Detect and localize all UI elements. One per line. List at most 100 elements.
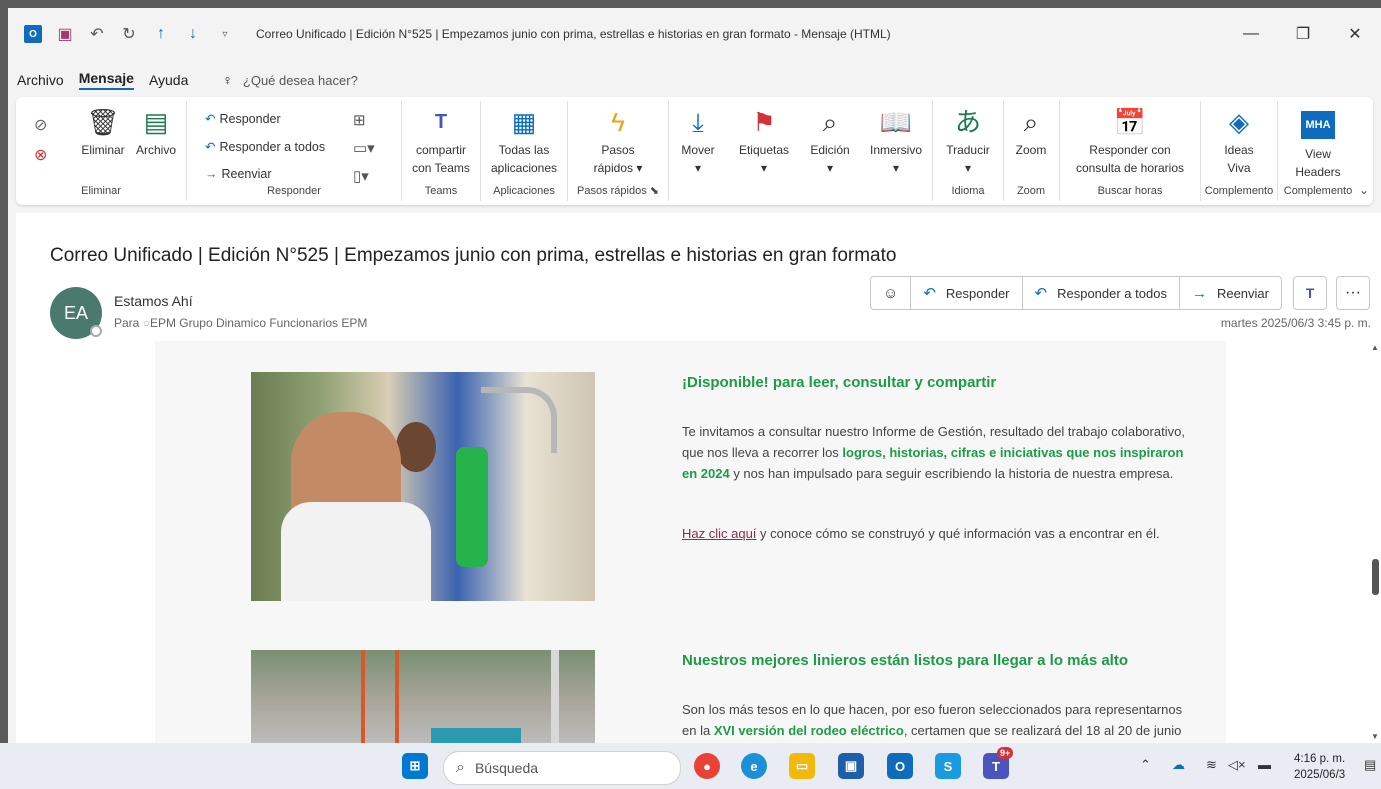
mha-icon: MHA — [1301, 111, 1335, 139]
move-icon: ⤓ — [692, 107, 704, 137]
taskbar-search[interactable]: ⌕ Búsqueda — [443, 751, 681, 785]
vertical-scrollbar[interactable]: ▲ ▼ — [1369, 341, 1381, 743]
reply-button[interactable]: ↶ Responder — [911, 277, 1023, 309]
forward-icon: → — [1191, 284, 1207, 302]
outlook-taskbar-icon[interactable]: O — [887, 753, 913, 779]
scrollbar-thumb[interactable] — [1372, 559, 1379, 595]
section-text-link: Haz clic aquí y conoce cómo se construyó… — [682, 526, 1160, 541]
forward-button[interactable]: → Reenviar — [1180, 277, 1281, 309]
teams-share-button[interactable]: T — [1293, 276, 1327, 310]
apps-grid-icon: ▦ — [511, 107, 537, 137]
message-actions: ☺ ↶ Responder ↶ Responder a todos → Reenvia… — [870, 276, 1282, 310]
lightning-icon: ϟ — [611, 107, 625, 137]
shirt-shape — [281, 502, 431, 601]
clock-time: 4:16 p. m. — [1294, 753, 1346, 765]
move-button[interactable]: ⤓ Mover ▾ — [671, 107, 725, 177]
group-eliminar: ⊘ ⊗ 🗑 Eliminar ▤ Archivo Eliminar — [16, 101, 187, 201]
restore-button[interactable]: ❐ — [1277, 8, 1329, 60]
windows-start-icon[interactable]: ⊞ — [402, 753, 428, 779]
reply-icon: ↶ — [205, 112, 216, 126]
window-controls: — ❐ ✕ — [1225, 8, 1381, 60]
recipient[interactable]: EPM Grupo Dinamico Funcionarios EPM — [150, 316, 367, 330]
save-icon[interactable]: ▣ — [56, 25, 74, 43]
menu-mensaje[interactable]: Mensaje — [78, 70, 134, 90]
share-to-teams-button[interactable]: T compartir con Teams — [406, 107, 476, 177]
show-hidden-icons-icon[interactable]: ⌃ — [1140, 757, 1151, 773]
all-apps-button[interactable]: ▦ Todas las aplicaciones — [485, 107, 563, 177]
section-title-informe: ¡Disponible! para leer, consultar y comp… — [682, 374, 997, 391]
next-item-icon[interactable]: ↓ — [184, 25, 202, 43]
dialog-launcher-icon[interactable]: ⬊ — [650, 185, 659, 197]
title-bar: O ▣ ↶ ↻ ↑ ↓ ▿ Correo Unificado | Edición… — [8, 8, 1381, 60]
zoom-button[interactable]: ⌕ Zoom — [1005, 107, 1057, 159]
group-label-eliminar: Eliminar — [81, 185, 121, 197]
skype-icon[interactable]: S — [935, 753, 961, 779]
more-respond-icon[interactable]: ▯▾ — [353, 167, 369, 185]
archive-button[interactable]: ▤ Archivo — [130, 107, 182, 159]
file-explorer-icon[interactable]: ▭ — [789, 753, 815, 779]
group-label-zoom: Zoom — [1016, 185, 1046, 197]
edge-icon[interactable]: e — [741, 753, 767, 779]
sender-name[interactable]: Estamos Ahí — [114, 293, 193, 309]
menu-ayuda[interactable]: Ayuda — [149, 72, 188, 88]
minimize-button[interactable]: — — [1225, 8, 1277, 60]
tags-button[interactable]: ⚑ Etiquetas ▾ — [731, 107, 797, 177]
calendar-chart-icon: 📅 — [1113, 107, 1147, 137]
scroll-up-icon[interactable]: ▲ — [1371, 343, 1379, 352]
viva-insights-button[interactable]: ◈ Ideas Viva — [1205, 107, 1273, 177]
menu-archivo[interactable]: Archivo — [17, 72, 64, 88]
edit-button[interactable]: ⌕ Edición ▾ — [801, 107, 859, 177]
zoom-icon: ⌕ — [1023, 107, 1039, 137]
battery-icon[interactable]: ▬ — [1258, 757, 1271, 772]
translate-button[interactable]: あ Traducir ▾ — [937, 107, 999, 177]
message-date: martes 2025/06/3 3:45 p. m. — [1220, 316, 1371, 330]
volume-icon[interactable]: ◁× — [1228, 757, 1246, 773]
ribbon-reply-button[interactable]: ↶ Responder — [205, 111, 281, 126]
onedrive-icon[interactable]: ☁ — [1172, 757, 1185, 773]
ribbon-forward-button[interactable]: → Reenviar — [205, 167, 272, 181]
ribbon-expand-icon[interactable]: ⌄ — [1359, 183, 1369, 197]
message-subject: Correo Unificado | Edición N°525 | Empez… — [50, 245, 897, 266]
child-background-shape — [396, 422, 436, 472]
immersive-button[interactable]: 📖 Inmersivo ▾ — [863, 107, 929, 177]
more-actions-button[interactable]: ··· — [1336, 276, 1370, 310]
delete-button[interactable]: 🗑 Eliminar — [76, 107, 130, 159]
scroll-down-icon[interactable]: ▼ — [1371, 732, 1379, 741]
group-idioma: あ Traducir ▾ Idioma — [932, 101, 1004, 201]
chrome-icon[interactable]: ● — [694, 753, 720, 779]
click-here-link[interactable]: Haz clic aquí — [682, 526, 756, 541]
ribbon-reply-all-button[interactable]: ↶ Responder a todos — [205, 139, 325, 154]
reply-all-button[interactable]: ↶ Responder a todos — [1023, 277, 1180, 309]
notifications-icon[interactable]: ▤ — [1364, 757, 1376, 773]
taskbar: ⊞ ⌕ Búsqueda ● e ▭ ▣ O S T 9+ ⌃ ☁ ≋ ◁× ▬… — [0, 743, 1381, 789]
microsoft-store-icon[interactable]: ▣ — [838, 753, 864, 779]
emoji-react-button[interactable]: ☺ — [871, 277, 912, 309]
redo-icon[interactable]: ↻ — [120, 25, 138, 43]
ignore-icon[interactable]: ⊘ — [34, 115, 47, 135]
wifi-icon[interactable]: ≋ — [1206, 757, 1217, 773]
customize-qa-icon[interactable]: ▿ — [216, 25, 234, 43]
group-teams: T compartir con Teams Teams — [402, 101, 481, 201]
previous-item-icon[interactable]: ↑ — [152, 25, 170, 43]
quick-steps-button[interactable]: ϟ Pasos rápidos ▾ — [578, 107, 658, 177]
im-reply-icon[interactable]: ▭▾ — [353, 139, 375, 157]
reply-with-scheduling-button[interactable]: 📅 Responder con consulta de horarios — [1064, 107, 1196, 177]
group-apps: ▦ Todas las aplicaciones Aplicaciones — [481, 101, 568, 201]
group-buscar-horas: 📅 Responder con consulta de horarios Bus… — [1060, 101, 1201, 201]
recipients: Para ○EPM Grupo Dinamico Funcionarios EP… — [114, 316, 368, 330]
quick-access-toolbar: O ▣ ↶ ↻ ↑ ↓ ▿ — [8, 25, 234, 43]
window-title: Correo Unificado | Edición N°525 | Empez… — [256, 27, 891, 41]
translate-icon: あ — [954, 107, 981, 137]
undo-icon[interactable]: ↶ — [88, 25, 106, 43]
tell-me-box[interactable]: ¿Qué desea hacer? — [243, 73, 358, 88]
system-clock[interactable]: 4:16 p. m. 2025/06/3 — [1294, 751, 1345, 783]
group-label-quick-steps: Pasos rápidos ⬊ — [577, 185, 659, 197]
viva-icon: ◈ — [1229, 107, 1249, 137]
reading-pane: Correo Unificado | Edición N°525 | Empez… — [16, 213, 1381, 743]
block-sender-icon[interactable]: ⊗ — [34, 145, 47, 165]
close-button[interactable]: ✕ — [1329, 8, 1381, 60]
flag-icon: ⚑ — [752, 107, 776, 137]
meeting-reply-icon[interactable]: ⊞ — [353, 111, 366, 129]
teams-icon: T — [1305, 285, 1315, 301]
view-headers-button[interactable]: MHA View Headers — [1284, 107, 1352, 181]
